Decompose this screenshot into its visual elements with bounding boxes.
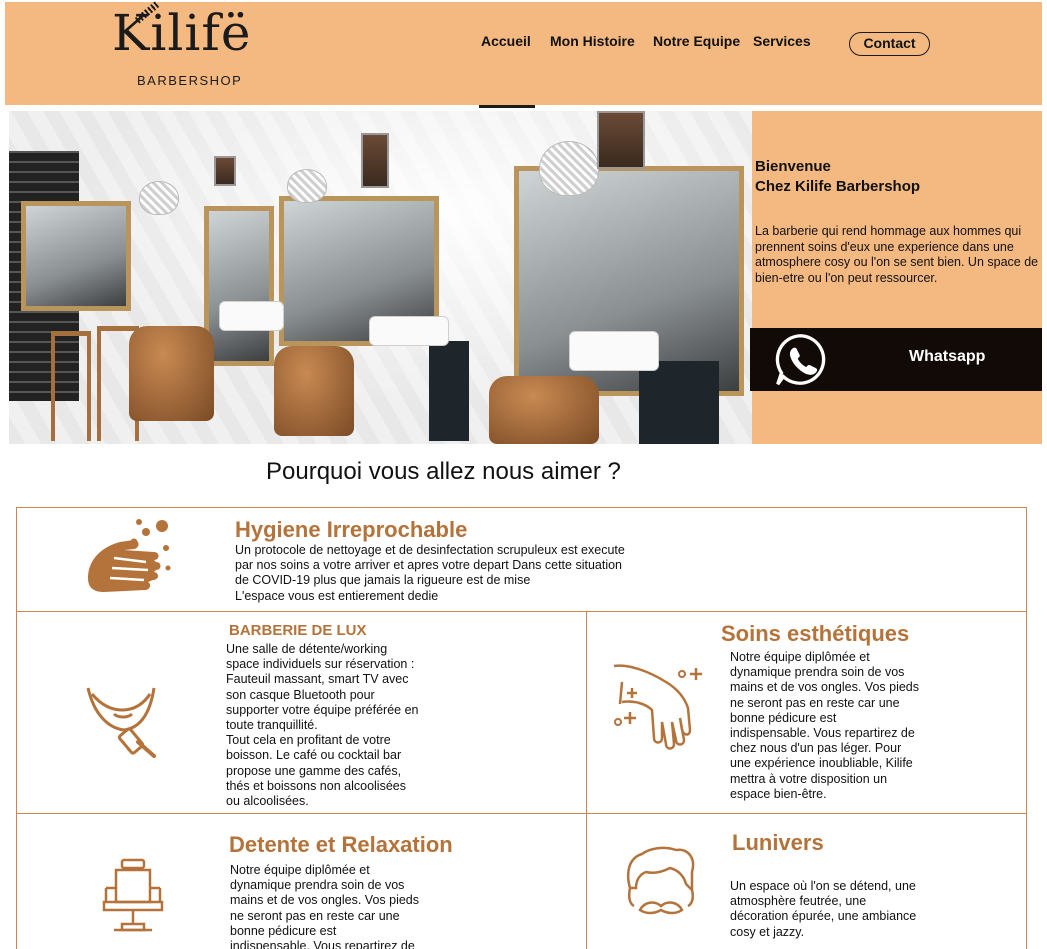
photo-portrait: [361, 133, 389, 188]
text-line: dynamique prendra soin de vos: [230, 878, 405, 893]
feature-text-detente: Notre équipe diplômée et dynamique prend…: [230, 863, 480, 949]
hero-description: La barberie qui rend hommage aux hommes …: [755, 224, 1039, 285]
text-line: bonne pédicure est: [730, 710, 837, 725]
nav-active-indicator: [479, 105, 535, 108]
photo-mirror: [21, 201, 131, 311]
text-line: Tout cela en profitant de votre: [226, 733, 391, 748]
feature-title-lunivers: Lunivers: [732, 830, 824, 855]
feature-text-soins: Notre équipe diplômée et dynamique prend…: [730, 650, 970, 802]
feature-title-detente: Detente et Relaxation: [229, 832, 453, 857]
text-line: Notre équipe diplômée et: [730, 650, 870, 664]
photo-chair: [489, 376, 599, 444]
nav-mon-histoire[interactable]: Mon Histoire: [550, 33, 635, 49]
whatsapp-icon: [775, 334, 826, 386]
text-line: chez nous d'un pas léger. Pour: [730, 741, 902, 756]
text-line: ne seront pas en reste car une: [230, 908, 400, 923]
text-line: L'espace vous est entierement dedie: [235, 588, 439, 603]
photo-mirror: [204, 206, 274, 366]
photo-sink: [569, 331, 659, 371]
text-line: propose une gamme des cafés,: [226, 763, 402, 778]
grid-divider: [586, 611, 587, 949]
text-line: cosy et jazzy.: [730, 924, 805, 939]
grid-divider: [16, 611, 1027, 612]
text-line: par nos soins a votre arriver et apres v…: [235, 558, 622, 573]
text-line: Un espace où l'on se détend, une: [730, 879, 916, 893]
whatsapp-button[interactable]: Whatsapp: [750, 328, 1042, 391]
section-title: Pourquoi vous allez nous aimer ?: [266, 458, 621, 485]
text-line: thés et boissons non alcoolisées: [226, 778, 406, 793]
photo-lamp: [139, 181, 179, 215]
text-line: bonne pédicure est: [230, 923, 337, 938]
hand-care-icon: [613, 664, 702, 750]
text-line: espace bien-être.: [730, 786, 827, 801]
text-line: toute tranquillité.: [226, 718, 318, 733]
welcome-line-2: Chez Kilife Barbershop: [755, 178, 921, 195]
grid-divider: [16, 813, 1027, 814]
text-line: indispensable. Vous repartirez de: [730, 726, 915, 741]
photo-cabinet: [429, 341, 469, 441]
logo-tagline: BARBERSHOP: [137, 73, 243, 88]
text-line: indispensable. Vous repartirez de: [230, 939, 415, 949]
photo-portrait: [597, 111, 645, 169]
nav-notre-equipe[interactable]: Notre Equipe: [653, 33, 740, 49]
text-line: de COVID-19 plus que jamais la rigueure …: [235, 573, 531, 588]
text-line: mains et de vos ongles. Vos pieds: [730, 680, 920, 695]
text-line: Notre équipe diplômée et: [230, 863, 370, 877]
handwash-icon: [88, 519, 171, 592]
hero-section: Bienvenue Chez Kilife Barbershop La barb…: [9, 111, 1042, 444]
text-line: Un protocole de nettoyage et de desinfec…: [235, 543, 625, 557]
photo-chair: [129, 326, 214, 421]
text-line: boisson. Le café ou cocktail bar: [226, 748, 402, 763]
photo-stool: [51, 331, 91, 441]
text-line: une expérience inoubliable, Kilife: [730, 756, 913, 771]
feature-text-hygiene: Un protocole de nettoyage et de desinfec…: [235, 543, 695, 604]
feature-title-hygiene: Hygiene Irreprochable: [235, 517, 468, 542]
beard-razor-icon: [86, 687, 156, 758]
barbershop-photo: [9, 111, 752, 444]
barber-chair-icon: [102, 858, 164, 932]
logo[interactable]: Kilifë: [112, 4, 251, 62]
photo-sink: [219, 301, 284, 331]
photo-sink: [369, 316, 449, 346]
contact-button[interactable]: Contact: [849, 32, 930, 56]
text-line: ou alcoolisées.: [226, 794, 309, 809]
text-line: décoration épurée, une ambiance: [730, 909, 917, 924]
text-line: ne seront pas en reste car une: [730, 695, 900, 710]
nav-accueil[interactable]: Accueil: [481, 33, 531, 49]
text-line: son casque Bluetooth pour: [226, 687, 375, 702]
text-line: mains et de vos ongles. Vos pieds: [230, 893, 420, 908]
feature-text-lunivers: Un espace où l'on se détend, une atmosph…: [730, 879, 970, 940]
feature-title-barberie: BARBERIE DE LUX: [229, 622, 367, 639]
welcome-line-1: Bienvenue: [755, 158, 831, 175]
hair-mustache-icon: [626, 846, 695, 915]
text-line: Fauteuil massant, smart TV avec: [226, 672, 409, 687]
photo-portrait: [214, 156, 236, 186]
photo-chair: [274, 346, 354, 436]
text-line: Une salle de détente/working: [226, 642, 388, 656]
text-line: dynamique prendra soin de vos: [730, 665, 905, 680]
photo-cabinet: [639, 361, 719, 444]
site-header: Kilifë BARBERSHOP Accueil Mon Histoire N…: [5, 1, 1042, 108]
text-line: atmosphère feutrée, une: [730, 894, 867, 909]
photo-lamp: [539, 141, 599, 196]
text-line: space individuels sur réservation :: [226, 657, 415, 672]
nav-services[interactable]: Services: [753, 33, 811, 49]
welcome-heading: Bienvenue Chez Kilife Barbershop: [755, 157, 920, 197]
feature-text-barberie: Une salle de détente/working space indiv…: [226, 642, 476, 809]
text-line: supporter votre équipe préférée en: [226, 702, 419, 717]
photo-lamp: [287, 169, 327, 203]
feature-title-soins: Soins esthétiques: [721, 621, 910, 646]
text-line: mettra à votre disposition un: [730, 771, 888, 786]
whatsapp-label: Whatsapp: [909, 348, 986, 365]
